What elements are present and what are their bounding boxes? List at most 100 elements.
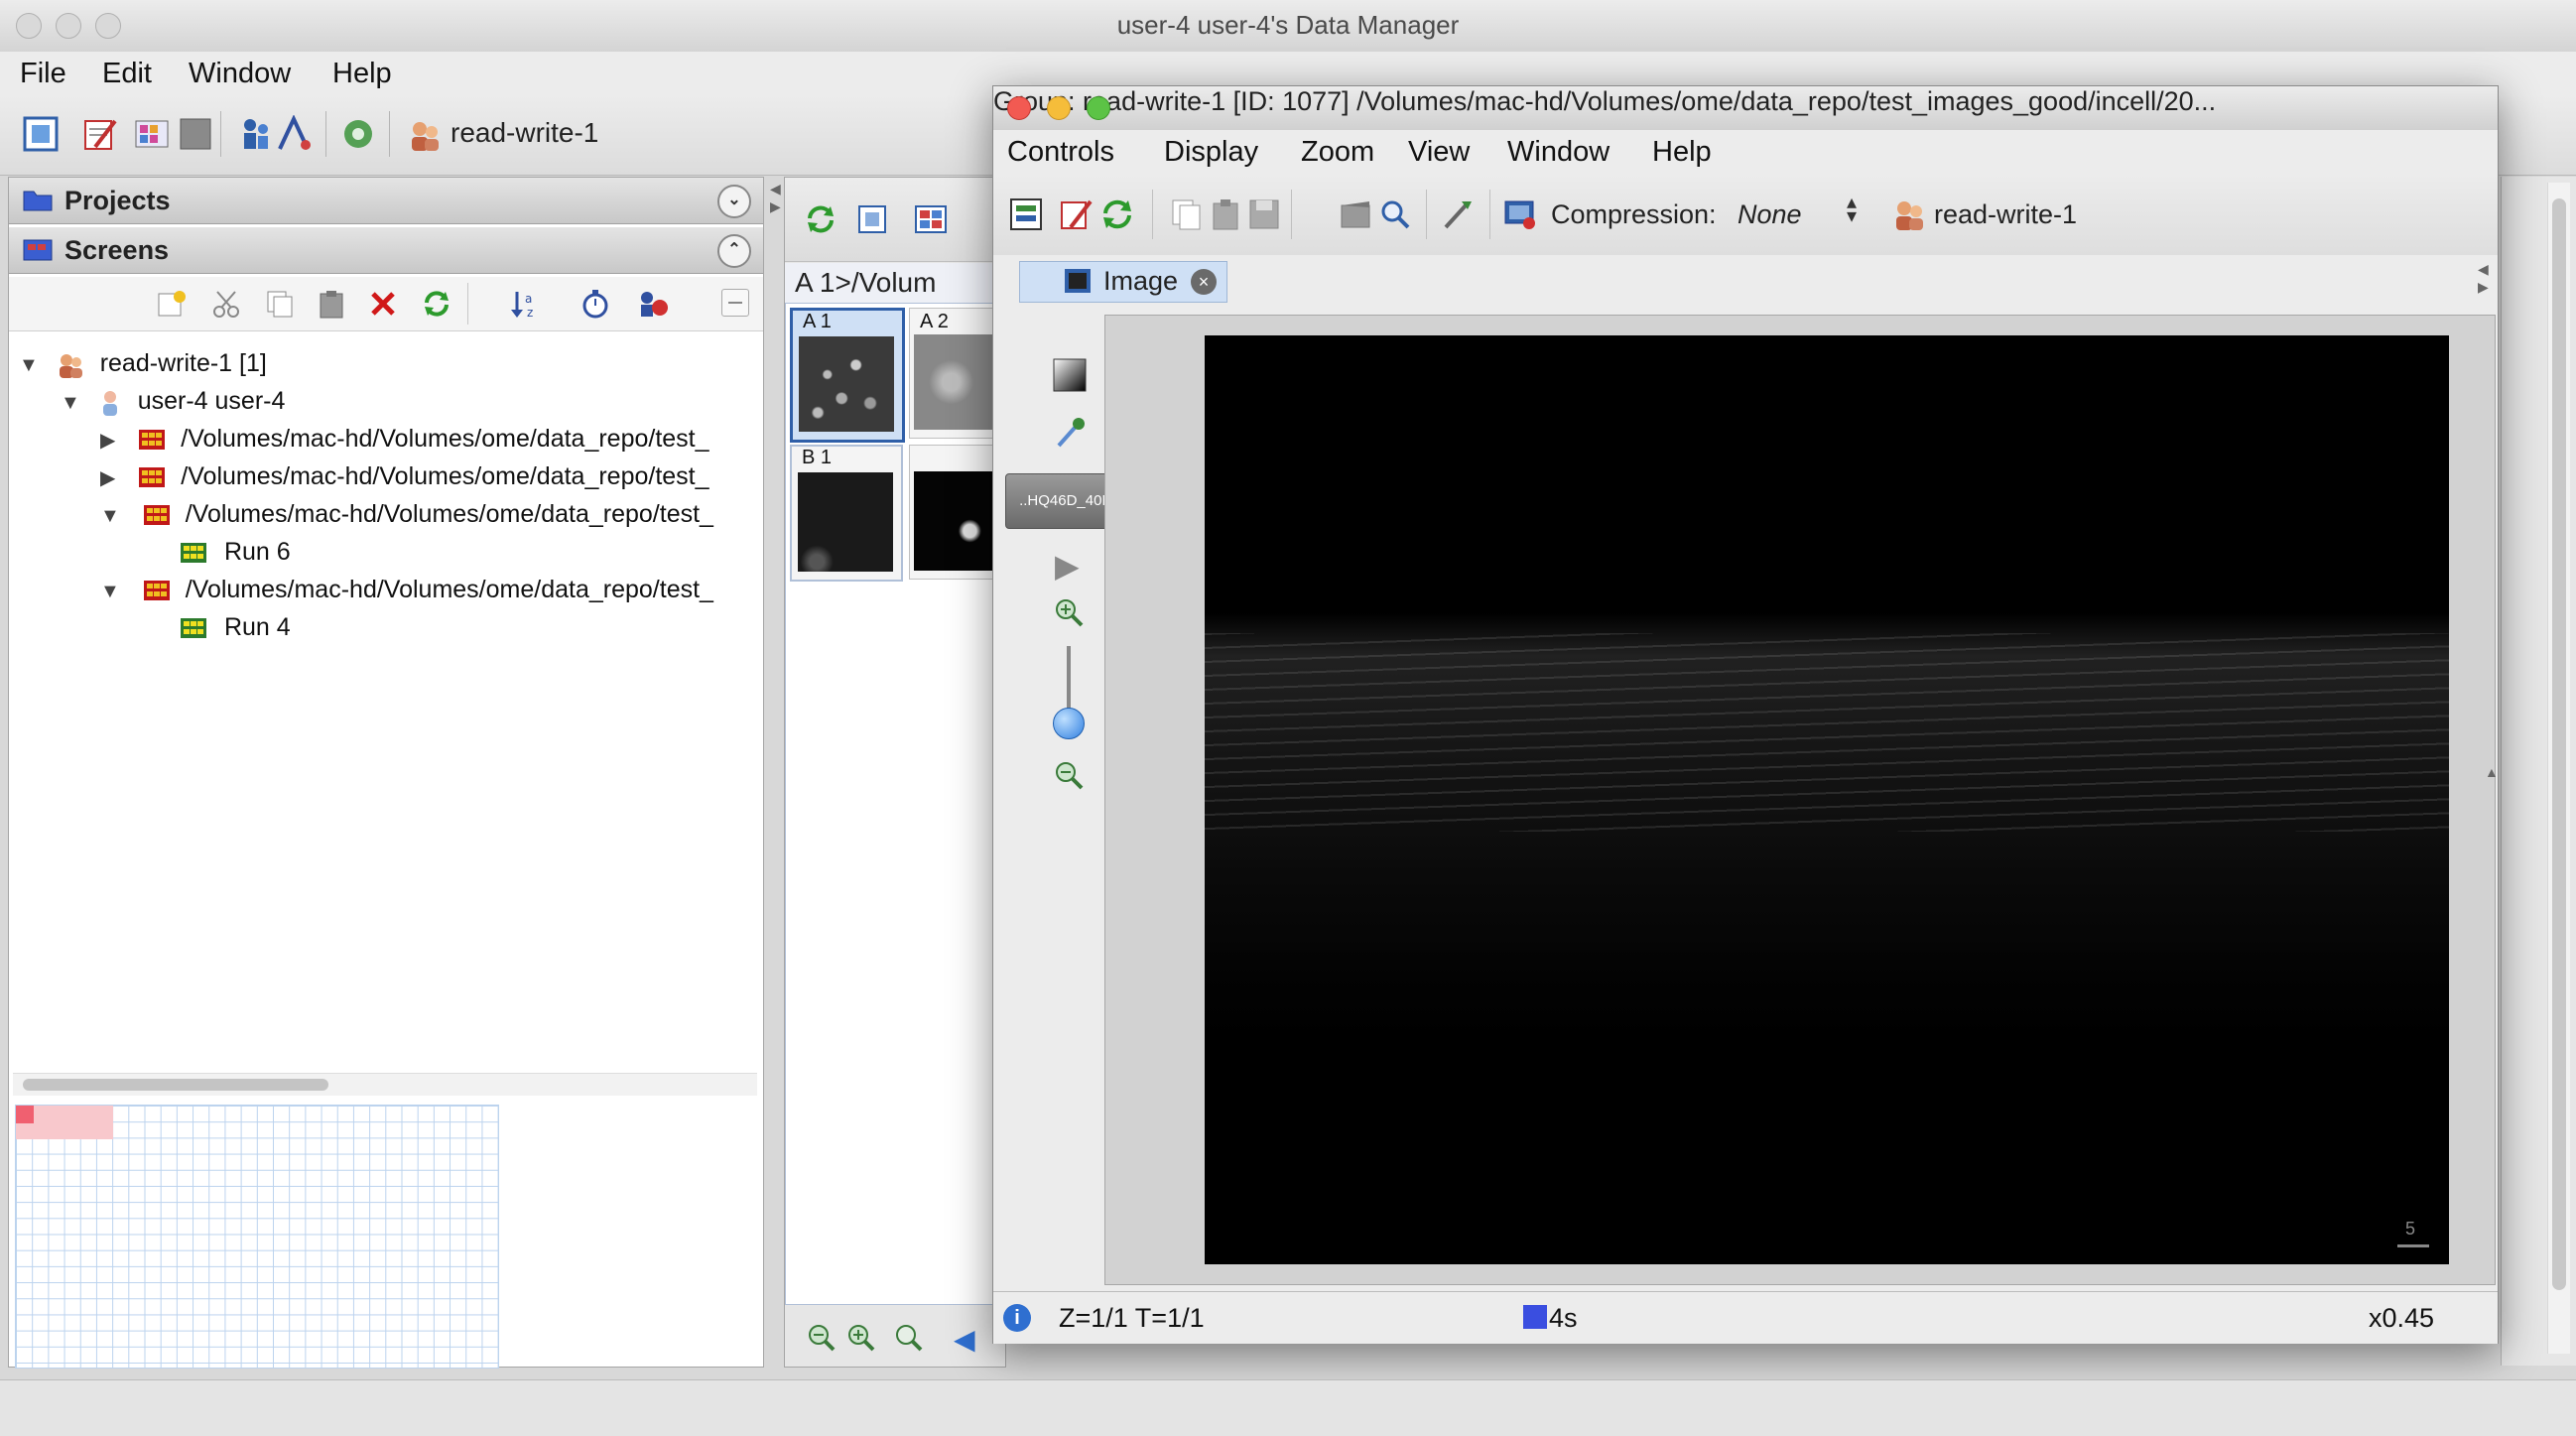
measure-tool-icon[interactable] <box>1440 197 1474 231</box>
copy-icon[interactable] <box>265 289 295 319</box>
current-group-label[interactable]: read-write-1 <box>451 117 598 149</box>
users-icon[interactable] <box>236 115 274 153</box>
info-icon[interactable]: i <box>1003 1304 1031 1332</box>
group-icon <box>56 350 85 379</box>
screens-header[interactable]: Screens ⌃ <box>9 227 763 274</box>
group-switch-icon[interactable] <box>339 115 377 153</box>
refresh-icon[interactable] <box>422 289 451 319</box>
plate-overview-grid[interactable] <box>15 1105 499 1369</box>
refresh-icon[interactable] <box>1100 197 1134 231</box>
menu-view[interactable]: View <box>1408 136 1470 169</box>
select-stepper-icon[interactable]: ▴ ▾ <box>1847 193 1857 226</box>
zoom-in-icon[interactable] <box>846 1323 876 1353</box>
tree-node-screen[interactable]: ▼ /Volumes/mac-hd/Volumes/ome/data_repo/… <box>100 495 713 533</box>
image-canvas[interactable]: 5 <box>1205 335 2449 1264</box>
collapse-triangle-icon[interactable]: ▼ <box>100 581 120 602</box>
tree-node-screen[interactable]: ▼ /Volumes/mac-hd/Volumes/ome/data_repo/… <box>100 571 713 608</box>
projects-folder-icon <box>23 188 53 211</box>
compression-select[interactable]: None <box>1738 199 1802 230</box>
tab-image[interactable]: Image × <box>1019 261 1227 303</box>
viewer-group-label[interactable]: read-write-1 <box>1934 199 2077 230</box>
refresh-icon[interactable] <box>805 203 837 235</box>
plate-grid-icon[interactable] <box>133 115 171 153</box>
menu-controls[interactable]: Controls <box>1007 136 1114 169</box>
splitter-right-arrow-icon[interactable]: ▶ <box>770 198 781 215</box>
collapse-triangle-icon[interactable]: ▼ <box>19 354 39 376</box>
expand-projects-icon[interactable]: ⌄ <box>717 185 751 218</box>
tags-icon[interactable] <box>276 115 314 153</box>
copy-settings-icon[interactable] <box>1170 197 1204 231</box>
thumbnail-view-icon[interactable] <box>856 203 888 235</box>
toolbar-separator <box>467 283 468 325</box>
info-panel-icon[interactable] <box>1009 197 1043 231</box>
tree-node-run[interactable]: Run 6 <box>180 533 291 571</box>
menu-edit[interactable]: Edit <box>102 58 152 90</box>
grid-view-icon[interactable] <box>914 203 948 235</box>
user-filter-icon[interactable] <box>636 289 670 319</box>
create-new-icon[interactable] <box>156 289 186 319</box>
menu-help[interactable]: Help <box>1652 136 1712 169</box>
menu-zoom[interactable]: Zoom <box>1301 136 1374 169</box>
scrollbar-thumb[interactable] <box>2552 198 2566 1290</box>
channel-color-swatch <box>1523 1305 1547 1329</box>
previous-arrow-icon[interactable]: ◀ <box>954 1323 975 1356</box>
well-b1[interactable]: B 1 <box>790 445 903 582</box>
zoom-out-icon[interactable] <box>807 1323 837 1353</box>
scale-bar <box>2397 1244 2429 1247</box>
tree-node-screen[interactable]: ▶ /Volumes/mac-hd/Volumes/ome/data_repo/… <box>100 457 709 495</box>
zoom-out-icon[interactable] <box>1053 759 1085 791</box>
new-window-icon[interactable] <box>22 115 60 153</box>
splitter-left-arrow-icon[interactable]: ◀ <box>770 181 781 197</box>
menu-help[interactable]: Help <box>332 58 392 90</box>
close-tab-icon[interactable]: × <box>1191 269 1217 295</box>
canvas-scroll-arrow-icon[interactable]: ▲ <box>2485 764 2499 780</box>
paste-settings-icon[interactable] <box>1210 197 1243 231</box>
well-grid: A 1 A 2 B 1 <box>785 303 1010 1305</box>
zoom-in-icon[interactable] <box>1053 596 1085 628</box>
tree-node-screen[interactable]: ▶ /Volumes/mac-hd/Volumes/ome/data_repo/… <box>100 420 709 457</box>
tree-node-user[interactable]: ▼ user-4 user-4 <box>61 382 285 420</box>
tab-scroll-left-icon[interactable]: ◀ <box>2478 261 2489 278</box>
collapse-screens-icon[interactable]: ⌃ <box>717 234 751 268</box>
menu-file[interactable]: File <box>20 58 66 90</box>
annotate-icon[interactable] <box>81 115 119 153</box>
projects-header[interactable]: Projects ⌄ <box>9 178 763 224</box>
play-icon[interactable]: ▶ <box>1055 547 1080 585</box>
tree-node-run[interactable]: Run 4 <box>180 608 291 646</box>
search-icon[interactable] <box>1378 197 1412 231</box>
tab-scroll-right-icon[interactable]: ▶ <box>2478 279 2489 296</box>
movie-icon[interactable] <box>1339 197 1372 231</box>
annotate-icon[interactable] <box>1059 197 1093 231</box>
save-settings-icon[interactable] <box>1247 197 1281 231</box>
zoom-slider-thumb[interactable] <box>1053 708 1085 739</box>
eyedropper-icon[interactable] <box>1053 416 1087 450</box>
expand-triangle-icon[interactable]: ▶ <box>100 467 115 489</box>
timer-icon[interactable] <box>580 289 610 319</box>
well-a1[interactable]: A 1 <box>790 308 905 443</box>
collapse-all-icon[interactable] <box>721 289 749 317</box>
horizontal-scrollbar[interactable] <box>13 1073 757 1096</box>
collapse-triangle-icon[interactable]: ▼ <box>100 505 120 527</box>
menu-display[interactable]: Display <box>1164 136 1258 169</box>
sort-az-icon[interactable]: az <box>509 289 543 319</box>
vertical-scrollbar[interactable] <box>2547 183 2570 1354</box>
expand-triangle-icon[interactable]: ▶ <box>100 430 115 452</box>
collapse-triangle-icon[interactable]: ▼ <box>61 392 80 414</box>
scrollbar-thumb[interactable] <box>23 1079 328 1091</box>
cut-icon[interactable] <box>211 289 241 319</box>
delete-icon[interactable] <box>368 289 398 319</box>
close-viewer-button[interactable] <box>1007 96 1031 120</box>
toolbar-separator <box>220 111 221 157</box>
plate-breadcrumb[interactable]: A 1>/Volum <box>785 263 1015 304</box>
stop-icon[interactable] <box>177 115 214 153</box>
menu-window[interactable]: Window <box>1507 136 1610 169</box>
zoom-slider-track[interactable] <box>1067 646 1071 716</box>
menu-window[interactable]: Window <box>189 58 291 90</box>
paste-icon[interactable] <box>317 289 346 319</box>
minimize-viewer-button[interactable] <box>1047 96 1071 120</box>
zoom-viewer-button[interactable] <box>1087 96 1110 120</box>
zoom-fit-icon[interactable] <box>894 1323 924 1353</box>
color-model-icon[interactable] <box>1053 358 1087 392</box>
tree-node-group[interactable]: ▼ read-write-1 [1] <box>19 344 267 382</box>
viewer-toolbar: Compression: None ▴ ▾ read-write-1 <box>993 174 2498 256</box>
